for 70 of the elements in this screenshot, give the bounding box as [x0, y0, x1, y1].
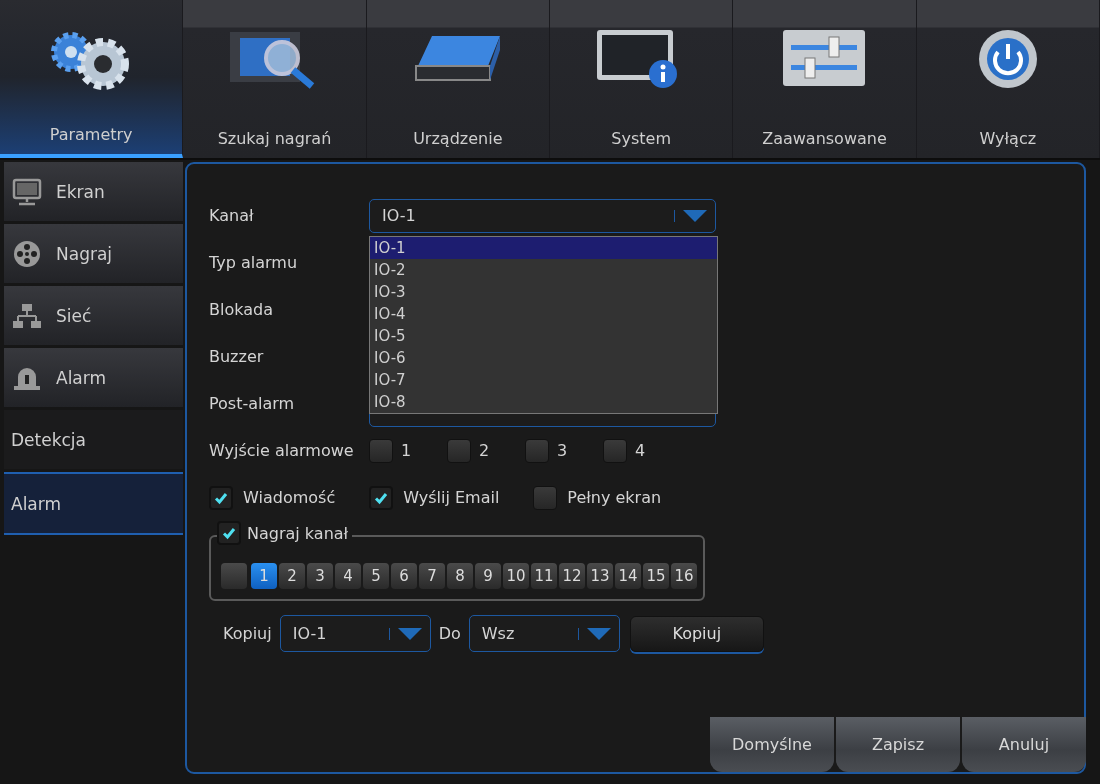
menu-tab[interactable]: Parametry — [0, 0, 184, 158]
copy-label: Kopiuj — [223, 624, 272, 643]
menu-tab[interactable]: Wyłącz — [916, 0, 1100, 158]
dropdown-option[interactable]: IO-6 — [370, 346, 717, 369]
copy-button[interactable]: Kopiuj — [629, 615, 764, 652]
checkbox[interactable] — [603, 438, 627, 463]
sidebar-item[interactable]: Alarm — [4, 348, 183, 407]
checkbox-label: Pełny ekran — [567, 488, 662, 507]
footer-button[interactable]: Zapisz — [836, 717, 960, 772]
dropdown-option[interactable]: IO-2 — [370, 258, 717, 281]
checkbox-label: 4 — [635, 441, 646, 460]
checkbox-label: 1 — [401, 441, 412, 460]
channel-toggle[interactable]: 15 — [643, 563, 669, 589]
channel-toggle[interactable]: 14 — [615, 563, 641, 589]
channel-toggle[interactable]: 6 — [391, 563, 417, 589]
sidebar-item[interactable]: Nagraj — [4, 224, 183, 283]
checkbox[interactable] — [447, 438, 471, 463]
checkbox[interactable] — [217, 521, 241, 545]
channel-toggle[interactable]: 5 — [363, 563, 389, 589]
menu-tab[interactable]: Szukaj nagrań — [183, 0, 367, 158]
field-label: Buzzer — [209, 347, 265, 366]
channel-toggle[interactable]: 10 — [503, 563, 529, 589]
sidebar-item[interactable]: Detekcja — [4, 410, 183, 469]
footer-button[interactable]: Domyślne — [710, 717, 834, 772]
channel-toggle[interactable]: 3 — [307, 563, 333, 589]
dropdown-option[interactable]: IO-4 — [370, 302, 717, 325]
to-label: Do — [438, 624, 461, 643]
footer-button[interactable]: Anuluj — [962, 717, 1086, 772]
checkbox[interactable] — [369, 438, 393, 463]
dropdown-option[interactable]: IO-3 — [370, 280, 717, 303]
network-icon — [12, 301, 42, 330]
menu-tab[interactable]: System — [550, 0, 734, 158]
field-label: Post-alarm — [209, 394, 296, 413]
select-all-checkbox[interactable] — [221, 563, 247, 589]
channel-toggle[interactable]: 16 — [671, 563, 697, 589]
checkbox[interactable] — [369, 485, 394, 510]
checkbox-label: 3 — [557, 441, 568, 460]
menu-tab[interactable]: Urządzenie — [366, 0, 550, 158]
dropdown-option[interactable]: IO-1 — [370, 236, 717, 259]
dropdown-option[interactable]: IO-7 — [370, 368, 717, 391]
channel-toggle[interactable]: 8 — [447, 563, 473, 589]
channel-toggle[interactable]: 7 — [419, 563, 445, 589]
channel-toggle[interactable]: 13 — [587, 563, 613, 589]
sidebar-item[interactable]: Ekran — [4, 162, 183, 221]
checkmark-icon — [221, 525, 237, 541]
sidebar-item[interactable]: Sieć — [4, 286, 183, 345]
dropdown-option[interactable]: IO-5 — [370, 324, 717, 347]
channel-toggle[interactable]: 12 — [559, 563, 585, 589]
copy-from-dropdown[interactable]: IO-1 — [279, 615, 431, 652]
film-reel-icon — [12, 238, 42, 269]
checkbox-label: Wiadomość — [243, 488, 336, 507]
checkbox-label: Wyślij Email — [403, 488, 500, 507]
menu-tab[interactable]: Zaawansowane — [733, 0, 917, 158]
channel-toggle[interactable]: 9 — [475, 563, 501, 589]
dropdown-option[interactable]: IO-8 — [370, 390, 717, 413]
field-label: Typ alarmu — [209, 253, 299, 272]
checkbox[interactable] — [209, 485, 233, 510]
checkbox-label: Nagraj kanał — [247, 523, 349, 543]
copy-to-dropdown[interactable]: Wsz — [468, 615, 620, 652]
channel-toggle[interactable]: 4 — [335, 563, 361, 589]
channel-toggle[interactable]: 2 — [279, 563, 305, 589]
monitor-icon — [12, 177, 42, 206]
checkbox[interactable] — [525, 438, 549, 463]
sidebar-item[interactable]: Alarm — [4, 472, 183, 535]
field-label: Blokada — [209, 300, 274, 319]
checkbox[interactable] — [533, 485, 558, 510]
channel-toggle[interactable]: 11 — [531, 563, 557, 589]
field-label: Kanał — [209, 206, 255, 225]
checkbox-label: 2 — [479, 441, 490, 460]
field-label: Wyjście alarmowe — [209, 441, 355, 460]
